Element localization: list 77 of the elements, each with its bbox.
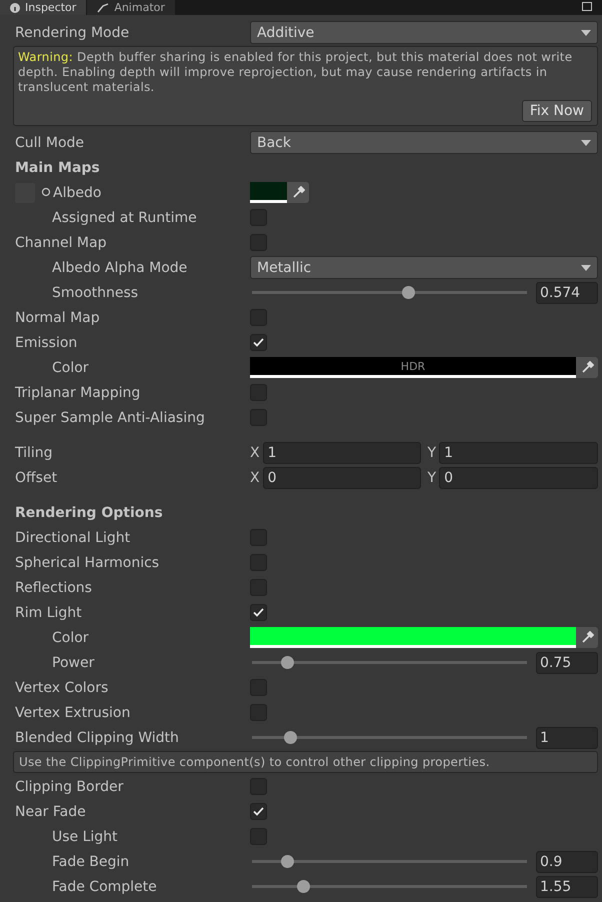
property-label: Albedo Alpha Mode	[52, 260, 188, 276]
help-box: Use the ClippingPrimitive component(s) to control other clipping properties.	[13, 751, 598, 773]
axis-label: X	[250, 470, 260, 486]
value-field[interactable]: 1.55	[536, 876, 598, 898]
property-label: Rim Light	[15, 604, 82, 620]
axis-label: Y	[428, 444, 436, 460]
color-swatch[interactable]	[250, 627, 576, 648]
dropdown[interactable]: Additive	[250, 21, 598, 44]
checkmark-icon	[253, 338, 264, 347]
property-label: Fade Begin	[52, 854, 130, 870]
property-label: Spherical Harmonics	[15, 554, 160, 570]
property-label: Albedo	[53, 184, 102, 200]
slider-thumb[interactable]	[280, 855, 294, 868]
value-field[interactable]: 0.574	[536, 282, 598, 304]
value-field[interactable]: 0.9	[536, 850, 598, 872]
tab[interactable]: Inspector	[0, 0, 88, 15]
input-field[interactable]: 1	[439, 442, 598, 464]
axis-label: Y	[428, 470, 436, 486]
dropdown-caret-icon	[581, 140, 591, 146]
axis-label: X	[250, 444, 260, 460]
property-label: Clipping Border	[15, 778, 124, 794]
eyedropper-button[interactable]	[576, 357, 598, 378]
property-label: Rendering Mode	[15, 24, 130, 40]
property-label: Normal Map	[15, 310, 100, 326]
property-label: Emission	[15, 334, 78, 350]
slider-thumb[interactable]	[296, 880, 310, 893]
property-label: Tiling	[15, 444, 53, 460]
dropdown-caret-icon	[581, 30, 591, 36]
tab[interactable]: Animator	[87, 0, 176, 15]
property-label: Triplanar Mapping	[15, 384, 140, 400]
info-icon	[10, 2, 20, 12]
maximize-icon[interactable]	[582, 2, 592, 11]
dropdown-caret-icon	[581, 264, 591, 270]
target-icon	[41, 187, 52, 198]
eyedropper-icon	[292, 186, 304, 199]
value-field[interactable]: 0.75	[536, 652, 598, 674]
eyedropper-button[interactable]	[576, 627, 598, 648]
checkbox[interactable]	[250, 334, 267, 351]
property-label: Power	[52, 654, 94, 670]
slider-thumb[interactable]	[284, 731, 297, 744]
checkmark-icon	[253, 608, 264, 617]
property-label: Cull Mode	[15, 134, 84, 150]
warning-text: Warning: Depth buffer sharing is enabled for this project, but this material does not write depth. Enabling depth will improve reprojection, but may cause rendering artifacts in translucent materials.	[18, 50, 574, 95]
eyedropper-button[interactable]	[287, 182, 309, 203]
input-field[interactable]: 0	[439, 466, 598, 488]
property-label: Super Sample Anti-Aliasing	[15, 410, 205, 426]
property-label: Vertex Extrusion	[15, 704, 130, 720]
checkmark-icon	[253, 807, 264, 816]
property-label: Reflections	[15, 580, 92, 596]
property-label: Offset	[15, 470, 58, 486]
property-label: Vertex Colors	[15, 680, 108, 696]
fix-now-button[interactable]: Fix Now	[522, 100, 592, 122]
input-field[interactable]: 0	[262, 466, 420, 488]
dropdown[interactable]: Metallic	[250, 256, 598, 279]
property-label: Smoothness	[52, 284, 138, 300]
eyedropper-icon	[580, 361, 594, 374]
property-label: Channel Map	[15, 234, 106, 250]
dropdown[interactable]: Back	[250, 131, 598, 154]
section-header: Rendering Options	[15, 504, 163, 520]
color-swatch[interactable]	[250, 182, 287, 203]
property-label: Blended Clipping Width	[15, 730, 179, 746]
property-label: Directional Light	[15, 530, 130, 546]
checkbox[interactable]	[250, 604, 267, 621]
checkbox[interactable]	[250, 803, 267, 820]
property-label: Assigned at Runtime	[52, 210, 197, 226]
value-field[interactable]: 1	[536, 726, 598, 748]
property-label: Color	[52, 630, 89, 646]
slider-thumb[interactable]	[280, 656, 294, 669]
property-label: Fade Complete	[52, 878, 157, 894]
input-field[interactable]: 1	[262, 442, 420, 464]
property-label: Color	[52, 360, 89, 376]
property-label: Near Fade	[15, 804, 86, 820]
section-header: Main Maps	[15, 160, 100, 176]
eyedropper-icon	[580, 631, 594, 644]
slider-thumb[interactable]	[402, 286, 415, 299]
color-swatch[interactable]: HDR	[250, 357, 576, 378]
property-label: Use Light	[52, 828, 118, 844]
